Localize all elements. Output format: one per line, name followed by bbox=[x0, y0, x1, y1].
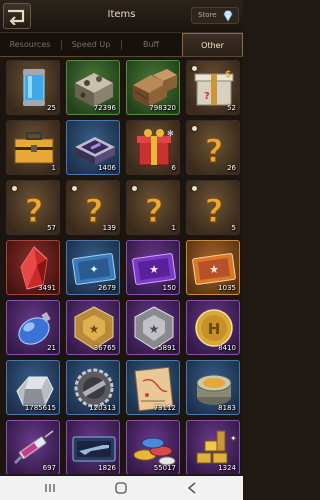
item-slot[interactable]: 3491 bbox=[6, 240, 60, 295]
item-slot[interactable]: ✦ 2679 bbox=[66, 240, 120, 295]
item-count: 1 bbox=[171, 224, 176, 232]
item-count: 697 bbox=[42, 464, 56, 472]
item-slot[interactable]: 697 bbox=[6, 420, 60, 474]
item-count: 8183 bbox=[218, 404, 236, 412]
svg-text:✻: ✻ bbox=[167, 129, 174, 138]
item-count: 21 bbox=[47, 344, 56, 352]
svg-text:★: ★ bbox=[149, 263, 159, 276]
new-indicator-dot bbox=[192, 126, 197, 131]
svg-text:?: ? bbox=[85, 192, 104, 230]
item-slot[interactable]: ✦ 1324 bbox=[186, 420, 240, 474]
item-count: 139 bbox=[102, 224, 116, 232]
item-slot[interactable]: 73112 bbox=[126, 360, 180, 415]
svg-text:★: ★ bbox=[209, 263, 219, 276]
tab-other[interactable]: Other bbox=[182, 33, 243, 56]
item-count: 1406 bbox=[98, 164, 116, 172]
category-tabs: Resources Speed Up Buff Other bbox=[0, 33, 243, 57]
item-count: 55017 bbox=[153, 464, 176, 472]
item-slot[interactable]: ✻ 6 bbox=[126, 120, 180, 175]
item-slot[interactable]: ? 139 bbox=[66, 180, 120, 235]
item-count: 1785615 bbox=[24, 404, 56, 412]
item-slot[interactable]: 1406 bbox=[66, 120, 120, 175]
item-count: 73112 bbox=[153, 404, 176, 412]
item-slot[interactable]: 1785615 bbox=[6, 360, 60, 415]
item-slot[interactable]: ★ 150 bbox=[126, 240, 180, 295]
item-slot[interactable]: 55017 bbox=[126, 420, 180, 474]
item-count: 72396 bbox=[93, 104, 116, 112]
item-slot[interactable]: 8183 bbox=[186, 360, 240, 415]
recent-apps-icon[interactable] bbox=[30, 480, 70, 496]
item-slot[interactable]: ★ 1035 bbox=[186, 240, 240, 295]
item-slot[interactable]: H 8410 bbox=[186, 300, 240, 355]
store-button[interactable]: Store bbox=[191, 7, 239, 24]
item-slot[interactable]: $? 52 bbox=[186, 60, 240, 115]
nav-back-icon[interactable] bbox=[172, 480, 212, 496]
item-count: 1035 bbox=[218, 284, 236, 292]
item-count: 1324 bbox=[218, 464, 236, 472]
svg-text:★: ★ bbox=[89, 322, 100, 336]
item-slot[interactable]: 120313 bbox=[66, 360, 120, 415]
item-slot[interactable]: 1826 bbox=[66, 420, 120, 474]
home-icon[interactable] bbox=[101, 480, 141, 496]
svg-text:?: ? bbox=[205, 132, 224, 170]
item-count: 57 bbox=[47, 224, 56, 232]
item-slot[interactable]: 72396 bbox=[66, 60, 120, 115]
svg-text:H: H bbox=[208, 320, 221, 338]
item-count: 1826 bbox=[98, 464, 116, 472]
item-slot[interactable]: ? 1 bbox=[126, 180, 180, 235]
item-slot[interactable]: ? 26 bbox=[186, 120, 240, 175]
item-slot[interactable]: ★ 5891 bbox=[126, 300, 180, 355]
new-indicator-dot bbox=[72, 186, 77, 191]
item-count: 5 bbox=[231, 224, 236, 232]
header-bar: Items Store bbox=[0, 0, 243, 33]
svg-text:$: $ bbox=[225, 70, 231, 80]
diamond-icon bbox=[223, 10, 233, 22]
item-count: 150 bbox=[162, 284, 176, 292]
item-count: 36765 bbox=[93, 344, 116, 352]
svg-text:?: ? bbox=[25, 192, 44, 230]
new-indicator-dot bbox=[132, 186, 137, 191]
svg-text:?: ? bbox=[145, 192, 164, 230]
items-screen: Items Store Resources Speed Up Buff Othe… bbox=[0, 0, 243, 500]
item-slot[interactable]: ? 57 bbox=[6, 180, 60, 235]
new-indicator-dot bbox=[192, 186, 197, 191]
item-count: 52 bbox=[227, 104, 236, 112]
item-slot[interactable]: 798320 bbox=[126, 60, 180, 115]
tab-speed-up[interactable]: Speed Up bbox=[62, 33, 120, 56]
item-count: 798320 bbox=[149, 104, 176, 112]
item-count: 2679 bbox=[98, 284, 116, 292]
item-count: 5891 bbox=[158, 344, 176, 352]
item-count: 3491 bbox=[38, 284, 56, 292]
item-slot[interactable]: 25 bbox=[6, 60, 60, 115]
svg-text:✦: ✦ bbox=[89, 263, 98, 276]
svg-text:?: ? bbox=[205, 192, 224, 230]
item-count: 25 bbox=[47, 104, 56, 112]
store-label: Store bbox=[198, 11, 217, 19]
item-slot[interactable]: 1 bbox=[6, 120, 60, 175]
tab-buff[interactable]: Buff bbox=[122, 33, 180, 56]
item-slot[interactable]: ? 5 bbox=[186, 180, 240, 235]
svg-text:★: ★ bbox=[149, 322, 160, 336]
item-count: 120313 bbox=[89, 404, 116, 412]
item-slot[interactable]: ★ 36765 bbox=[66, 300, 120, 355]
item-slot[interactable]: 21 bbox=[6, 300, 60, 355]
item-grid: 25 72396 798320 $? 52 1 1406 ✻ 6? 26? 57? 139? 1? 5 34… bbox=[0, 58, 243, 474]
tab-resources[interactable]: Resources bbox=[0, 33, 60, 56]
system-nav-bar bbox=[0, 476, 243, 500]
item-count: 1 bbox=[51, 164, 56, 172]
item-count: 8410 bbox=[218, 344, 236, 352]
svg-text:✦: ✦ bbox=[230, 434, 237, 443]
new-indicator-dot bbox=[192, 66, 197, 71]
svg-text:?: ? bbox=[204, 91, 210, 102]
item-count: 26 bbox=[227, 164, 236, 172]
item-count: 6 bbox=[171, 164, 176, 172]
new-indicator-dot bbox=[12, 186, 17, 191]
